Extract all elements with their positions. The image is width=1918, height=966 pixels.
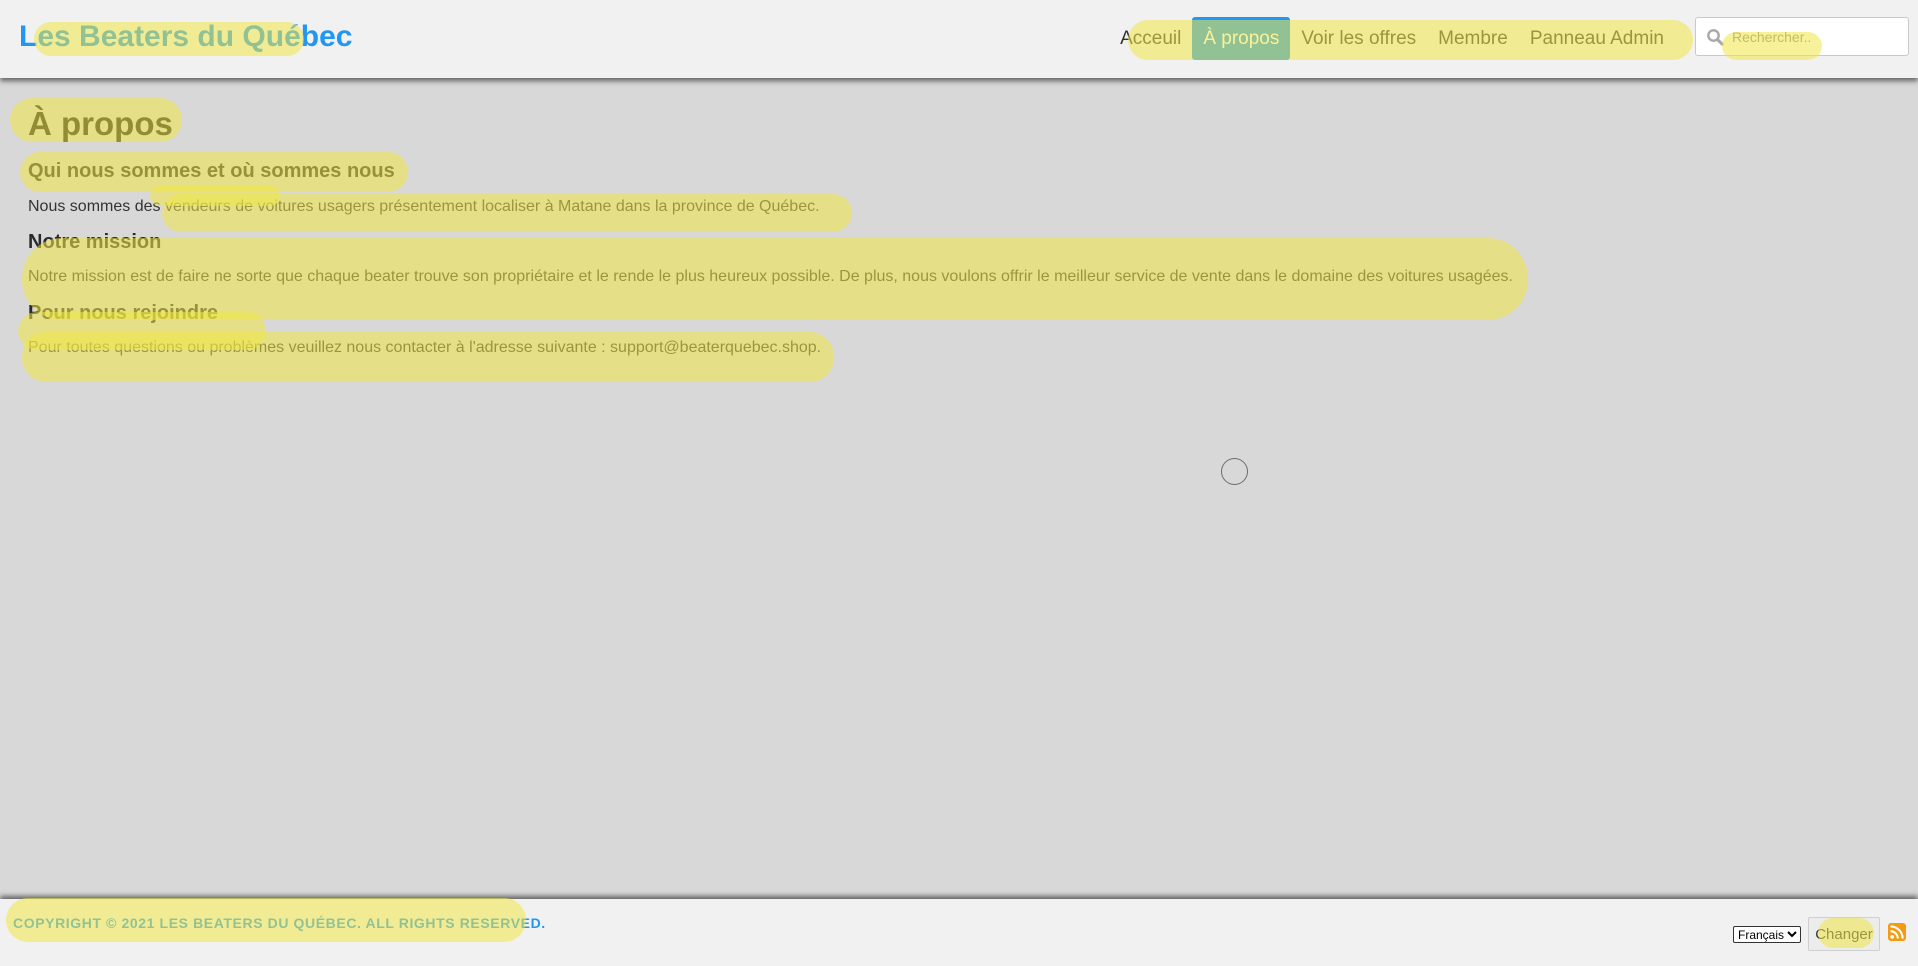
nav-link-acceuil[interactable]: Acceuil [1109,17,1192,60]
section-heading-who-we-are: Qui nous sommes et où sommes nous [28,160,395,182]
language-select[interactable]: Français [1733,926,1801,943]
page: Les Beaters du Québec Acceuil À propos V… [0,0,1918,966]
nav-link-a-propos[interactable]: À propos [1192,17,1291,60]
top-navbar: Les Beaters du Québec Acceuil À propos V… [0,0,1918,78]
search-input[interactable] [1732,18,1900,55]
site-brand-link[interactable]: Les Beaters du Québec [19,20,352,54]
section-text-contact: Pour toutes questions ou problèmes veuil… [28,339,822,356]
nav-link-panneau-admin[interactable]: Panneau Admin [1519,17,1675,60]
nav-link-voir-les-offres[interactable]: Voir les offres [1290,17,1427,60]
rss-feed-icon[interactable] [1888,923,1906,941]
section-text-who-we-are: Nous sommes des vendeurs de voitures usa… [28,198,820,215]
footer: COPYRIGHT © 2021 LES BEATERS DU QUÉBEC. … [0,899,1918,966]
page-title: À propos [28,105,173,142]
search-icon [1707,29,1724,46]
nav-link-membre[interactable]: Membre [1427,17,1519,60]
main-content: À propos Qui nous sommes et où sommes no… [28,104,1888,358]
main-nav: Acceuil À propos Voir les offres Membre … [1109,17,1675,60]
section-text-mission: Notre mission est de faire ne sorte que … [28,268,1513,285]
section-heading-contact: Pour nous rejoindre [28,302,219,324]
change-language-button[interactable]: Changer [1808,917,1880,951]
copyright-text: COPYRIGHT © 2021 LES BEATERS DU QUÉBEC. … [13,915,546,931]
section-heading-mission: Notre mission [28,231,162,253]
search-box [1695,17,1909,56]
mouse-cursor-ring [1221,458,1248,485]
